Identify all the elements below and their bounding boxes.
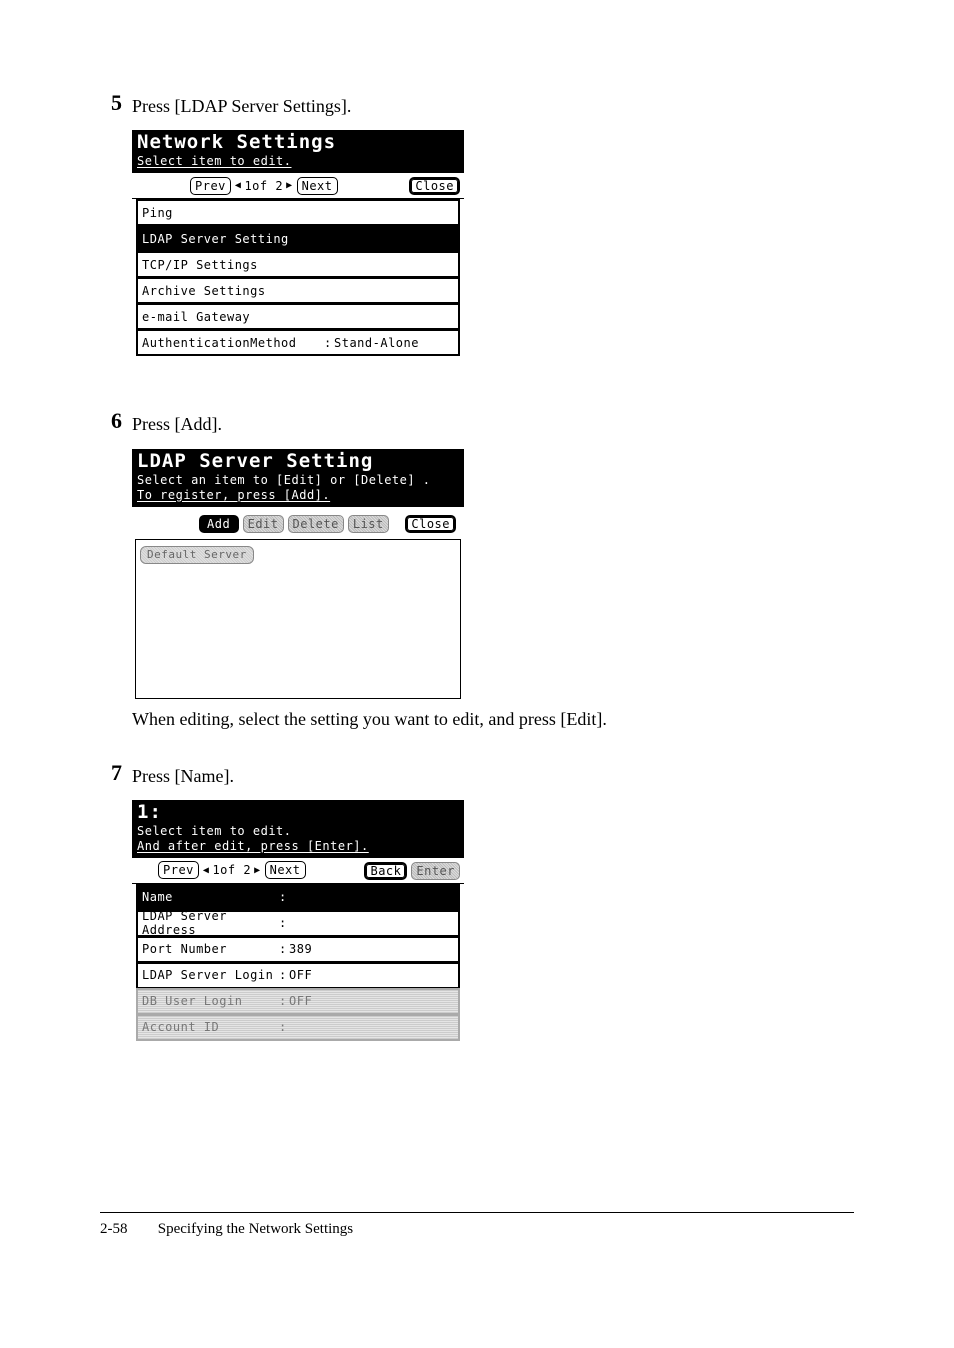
menu-item-archive-settings[interactable]: Archive Settings: [136, 277, 460, 304]
label: Account ID: [142, 1020, 277, 1034]
screenshot-ldap-server-setting: LDAP Server Setting Select an item to [E…: [132, 449, 854, 691]
back-button[interactable]: Back: [364, 862, 407, 880]
colon: :: [279, 994, 287, 1008]
colon: :: [279, 1020, 287, 1034]
value: Stand-Alone: [334, 336, 454, 350]
list-button[interactable]: List: [348, 515, 389, 533]
document-page: 5 Press [LDAP Server Settings]. Network …: [0, 0, 954, 1278]
lcd-header: 1: Select item to edit. And after edit, …: [132, 800, 464, 858]
screen-subtitle-1: Select an item to [Edit] or [Delete] .: [137, 473, 459, 487]
value: 389: [289, 942, 454, 956]
colon: :: [279, 916, 287, 930]
prev-button[interactable]: Prev: [158, 861, 199, 879]
step-7: 7 Press [Name].: [100, 762, 854, 788]
field-list: Name: LDAP Server Address: Port Number:3…: [132, 884, 464, 1042]
label: Port Number: [142, 942, 277, 956]
label: Ping: [142, 206, 277, 220]
step-number: 7: [100, 762, 132, 784]
add-button[interactable]: Add: [199, 515, 239, 533]
screen-title: Network Settings: [137, 133, 459, 153]
label: Archive Settings: [142, 284, 454, 298]
label: AuthenticationMethod: [142, 336, 322, 350]
field-ldap-server-address[interactable]: LDAP Server Address:: [136, 910, 460, 937]
step-text: Press [Add].: [132, 410, 854, 436]
step-text: Press [Name].: [132, 762, 854, 788]
lcd-header: Network Settings Select item to edit.: [132, 130, 464, 173]
triangle-right-icon: ▶: [286, 180, 293, 191]
menu-item-ping[interactable]: Ping: [136, 199, 460, 226]
screen-subtitle-2: To register, press [Add].: [137, 488, 459, 502]
next-button[interactable]: Next: [297, 177, 338, 195]
pager-text: 1of 2: [212, 863, 251, 877]
list-area: Default Server: [135, 539, 461, 699]
lcd-toolbar: Add Edit Delete List Close: [132, 507, 464, 537]
lcd-toolbar: Prev ◀ 1of 2 ▶ Next Back Enter: [132, 858, 464, 884]
field-port-number[interactable]: Port Number:389: [136, 936, 460, 963]
field-ldap-server-login[interactable]: LDAP Server Login:OFF: [136, 962, 460, 989]
field-db-user-login: DB User Login:OFF: [136, 988, 460, 1015]
colon: :: [279, 968, 287, 982]
page-number: 2-58: [100, 1221, 154, 1238]
screen-subtitle-2: And after edit, press [Enter].: [137, 839, 459, 853]
menu-list: Ping LDAP Server Setting TCP/IP Settings…: [132, 199, 464, 357]
colon: :: [324, 336, 332, 350]
step-6: 6 Press [Add].: [100, 410, 854, 436]
step-6-note: When editing, select the setting you wan…: [132, 709, 854, 730]
triangle-right-icon: ▶: [254, 865, 261, 876]
chapter-title: Specifying the Network Settings: [158, 1221, 353, 1237]
enter-button[interactable]: Enter: [411, 862, 460, 880]
footer-divider: [100, 1212, 854, 1213]
pager: ◀ 1of 2 ▶: [203, 863, 261, 877]
step-number: 5: [100, 92, 132, 114]
step-text: Press [LDAP Server Settings].: [132, 92, 854, 118]
colon: :: [279, 890, 287, 904]
screen-subtitle: Select item to edit.: [137, 154, 459, 168]
close-button[interactable]: Close: [409, 177, 460, 195]
step-number: 6: [100, 410, 132, 432]
screen-title: 1:: [137, 803, 459, 823]
lcd-header: LDAP Server Setting Select an item to [E…: [132, 449, 464, 507]
pager: ◀ 1of 2 ▶: [235, 179, 293, 193]
value: OFF: [289, 994, 454, 1008]
label: LDAP Server Address: [142, 909, 277, 937]
label: DB User Login: [142, 994, 277, 1008]
pager-text: 1of 2: [244, 179, 283, 193]
triangle-left-icon: ◀: [235, 180, 242, 191]
screenshot-network-settings: Network Settings Select item to edit. Pr…: [132, 130, 854, 372]
screenshot-edit-item: 1: Select item to edit. And after edit, …: [132, 800, 854, 1042]
screen-subtitle-1: Select item to edit.: [137, 824, 459, 838]
edit-button[interactable]: Edit: [243, 515, 284, 533]
menu-item-email-gateway[interactable]: e-mail Gateway: [136, 303, 460, 330]
label: Name: [142, 890, 277, 904]
label: TCP/IP Settings: [142, 258, 454, 272]
menu-item-tcpip-settings[interactable]: TCP/IP Settings: [136, 251, 460, 278]
next-button[interactable]: Next: [265, 861, 306, 879]
lcd-toolbar: Prev ◀ 1of 2 ▶ Next Close: [132, 173, 464, 199]
triangle-left-icon: ◀: [203, 865, 210, 876]
menu-item-ldap-server-setting[interactable]: LDAP Server Setting: [136, 225, 460, 252]
label: e-mail Gateway: [142, 310, 454, 324]
value: OFF: [289, 968, 454, 982]
prev-button[interactable]: Prev: [190, 177, 231, 195]
menu-item-authentication-method[interactable]: AuthenticationMethod : Stand-Alone: [136, 329, 460, 356]
label: LDAP Server Login: [142, 968, 277, 982]
close-button[interactable]: Close: [405, 515, 456, 533]
default-server-item[interactable]: Default Server: [140, 546, 254, 564]
field-account-id: Account ID:: [136, 1014, 460, 1041]
delete-button[interactable]: Delete: [288, 515, 344, 533]
page-footer: 2-58 Specifying the Network Settings: [100, 1221, 854, 1238]
step-5: 5 Press [LDAP Server Settings].: [100, 92, 854, 118]
screen-title: LDAP Server Setting: [137, 452, 459, 472]
field-name[interactable]: Name:: [136, 884, 460, 911]
label: LDAP Server Setting: [142, 232, 454, 246]
colon: :: [279, 942, 287, 956]
